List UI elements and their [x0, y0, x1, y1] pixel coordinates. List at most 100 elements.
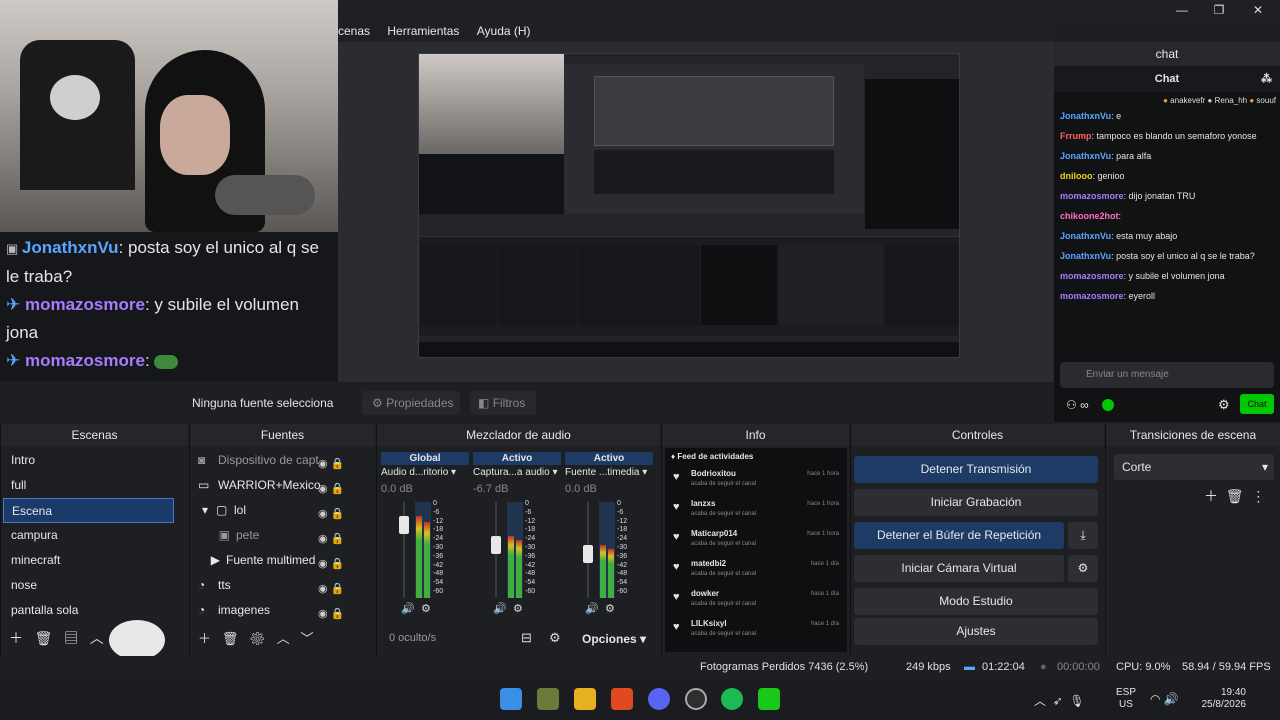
channel-settings-icon[interactable]: ⚙ — [605, 602, 615, 615]
studio-mode-button[interactable]: Modo Estudio — [854, 588, 1098, 615]
delete-source-button[interactable]: 🗑 — [222, 631, 239, 646]
file-explorer-icon[interactable] — [574, 688, 596, 710]
menu-help[interactable]: Ayuda (H) — [477, 20, 531, 42]
tray-icons[interactable]: ︿ ➶ 🎙 — [1034, 692, 1085, 709]
scene-item[interactable]: full — [3, 473, 174, 498]
menu-tools[interactable]: Herramientas — [387, 20, 459, 42]
channel-tag: Global — [381, 452, 469, 465]
chat-message: momazosmore: eyeroll — [1060, 291, 1156, 301]
stop-stream-button[interactable]: Detener Transmisión — [854, 456, 1098, 483]
chat-message: Frrump: tampoco es blando un semaforo yo… — [1060, 131, 1257, 141]
folder-icon: ▢ — [216, 503, 228, 517]
spotify-icon[interactable] — [721, 688, 743, 710]
scene-item[interactable]: campura — [3, 523, 174, 548]
eye-icon[interactable]: ◉ 🔒 — [318, 477, 358, 502]
delete-transition-button[interactable]: 🗑 — [1226, 488, 1244, 504]
channel-name[interactable]: Captura...a audio ▾ — [473, 465, 561, 481]
stop-replay-buffer-button[interactable]: Detener el Búfer de Repetición — [854, 522, 1064, 549]
properties-button[interactable]: ⚙ Propiedades — [362, 391, 460, 415]
bits-icon[interactable] — [1102, 399, 1114, 411]
obs-icon[interactable] — [685, 688, 707, 710]
maximize-button[interactable]: ❐ — [1199, 0, 1239, 20]
feed-desc: acaba de seguir el canal — [691, 571, 757, 577]
mute-speaker-icon[interactable]: 🔊 — [493, 602, 507, 615]
mixer-options-button[interactable]: Opciones ▾ — [582, 632, 646, 646]
channel-name[interactable]: Fuente ...timedia ▾ — [565, 465, 653, 481]
clock[interactable]: 19:40 25/8/2026 — [1196, 687, 1247, 711]
chat-dock: chat Chat ⁂ ● anakevefr ● Rena_hh ● souu… — [1054, 42, 1280, 422]
scene-item[interactable]: minecraft — [3, 548, 174, 573]
chat-messages: JonathxnVu: e Frrump: tampoco es blando … — [1054, 110, 1280, 302]
more-icon[interactable]: ⋮ — [1251, 488, 1265, 504]
virtual-camera-button[interactable]: Iniciar Cámara Virtual — [854, 555, 1064, 582]
taskbar: ︿ ➶ 🎙 ESP US ◠ 🔊 19:40 25/8/2026 — [0, 680, 1280, 720]
eye-icon[interactable]: ◉ 🔒 — [318, 577, 358, 602]
scene-item[interactable]: Intro — [3, 448, 174, 473]
mute-speaker-icon[interactable]: 🔊 — [401, 602, 415, 615]
sources-title: Fuentes — [190, 424, 375, 446]
add-transition-button[interactable]: ＋ — [1204, 488, 1218, 504]
language-indicator[interactable]: ESP US — [1116, 687, 1136, 711]
minimize-button[interactable]: — — [1162, 0, 1202, 20]
kick-icon[interactable] — [758, 688, 780, 710]
move-up-button[interactable]: ︿ — [277, 631, 290, 646]
chat-message: JonathxnVu: posta soy el unico al q se l… — [1060, 251, 1255, 261]
emote-bar[interactable] — [1060, 342, 1274, 356]
transition-select[interactable]: Corte ▾ — [1114, 454, 1274, 480]
chat-input[interactable]: Enviar un mensaje — [1060, 362, 1274, 388]
scene-item[interactable]: nose — [3, 573, 174, 598]
virtual-camera-settings-icon[interactable]: ⚙ — [1068, 555, 1098, 582]
sources-toolbar: ＋ 🗑 ⚙ ︿ ﹀ — [198, 628, 313, 647]
source-settings-button[interactable]: ⚙ — [249, 631, 266, 646]
chat-gear-icon[interactable]: ⚙ — [1218, 397, 1230, 413]
scene-item[interactable]: pantalla sola — [3, 598, 174, 623]
stream-preview[interactable] — [418, 53, 960, 358]
move-up-button[interactable]: ︿ — [90, 630, 104, 646]
status-bar: Fotogramas Perdidos 7436 (2.5%) 249 kbps… — [0, 656, 1280, 680]
level-meter — [507, 502, 523, 598]
menu-scenes[interactable]: cenas — [338, 20, 370, 42]
eye-icon[interactable]: ◉ 🔒 — [318, 502, 358, 527]
scene-item-selected[interactable]: Escena — [3, 498, 174, 523]
mixer-settings-icon[interactable]: ⚙ — [549, 630, 561, 646]
add-scene-button[interactable]: ＋ — [9, 630, 23, 646]
feed-item: ♥ lanzxs acaba de seguir el canal hace 1… — [665, 495, 847, 525]
chat-message: JonathxnVu: para alfa — [1060, 151, 1152, 161]
mixer-layout-icon[interactable]: ⊟ — [521, 630, 532, 646]
channel-name[interactable]: Audio d...ritorio ▾ — [381, 465, 469, 481]
minecraft-icon[interactable] — [537, 688, 559, 710]
mixer-channels: Global Audio d...ritorio ▾ 0.0 dB 0 -6 -12… — [381, 452, 657, 622]
volume-fader[interactable] — [491, 535, 501, 554]
eye-icon[interactable]: ◉ 🔒 — [318, 527, 358, 552]
discord-icon[interactable] — [648, 688, 670, 710]
add-source-button[interactable]: ＋ — [198, 631, 211, 646]
close-button[interactable]: ✕ — [1238, 0, 1278, 20]
chat-settings-icons[interactable]: ⚇ ∞ — [1066, 398, 1089, 412]
brave-icon[interactable] — [611, 688, 633, 710]
mute-speaker-icon[interactable]: 🔊 — [585, 602, 599, 615]
chat-send-button[interactable]: Chat — [1240, 394, 1274, 414]
eye-icon[interactable]: ◉ 🔒 — [318, 552, 358, 577]
download-icon[interactable]: ⤓ — [1068, 522, 1098, 549]
no-source-label: Ninguna fuente selecciona — [192, 396, 334, 410]
volume-fader[interactable] — [583, 545, 593, 564]
info-title: Info — [662, 424, 849, 446]
scene-filter-button[interactable]: ▤ — [64, 630, 78, 646]
scenes-dock: Escenas Intro full Escena campura minecr… — [0, 424, 188, 660]
feed-time: hace 1 día — [810, 561, 839, 567]
filters-button[interactable]: ◧ Filtros — [470, 391, 536, 415]
delete-scene-button[interactable]: 🗑 — [35, 630, 53, 646]
settings-button[interactable]: Ajustes — [854, 618, 1098, 645]
start-recording-button[interactable]: Iniciar Grabación — [854, 489, 1098, 516]
level-meter — [415, 502, 431, 598]
volume-fader[interactable] — [399, 516, 409, 535]
scenes-toolbar: ＋ 🗑 ▤ ︿ — [9, 628, 104, 648]
eye-icon[interactable]: ◉ 🔒 — [318, 452, 358, 477]
wifi-icon[interactable]: ◠ 🔊 — [1150, 692, 1179, 706]
windows-start-icon[interactable] — [500, 688, 522, 710]
eye-icon[interactable]: ◉ 🔒 — [318, 602, 358, 627]
users-icon[interactable]: ⁂ — [1261, 66, 1272, 92]
move-down-button[interactable]: ﹀ — [300, 631, 313, 646]
channel-settings-icon[interactable]: ⚙ — [421, 602, 431, 615]
channel-settings-icon[interactable]: ⚙ — [513, 602, 523, 615]
